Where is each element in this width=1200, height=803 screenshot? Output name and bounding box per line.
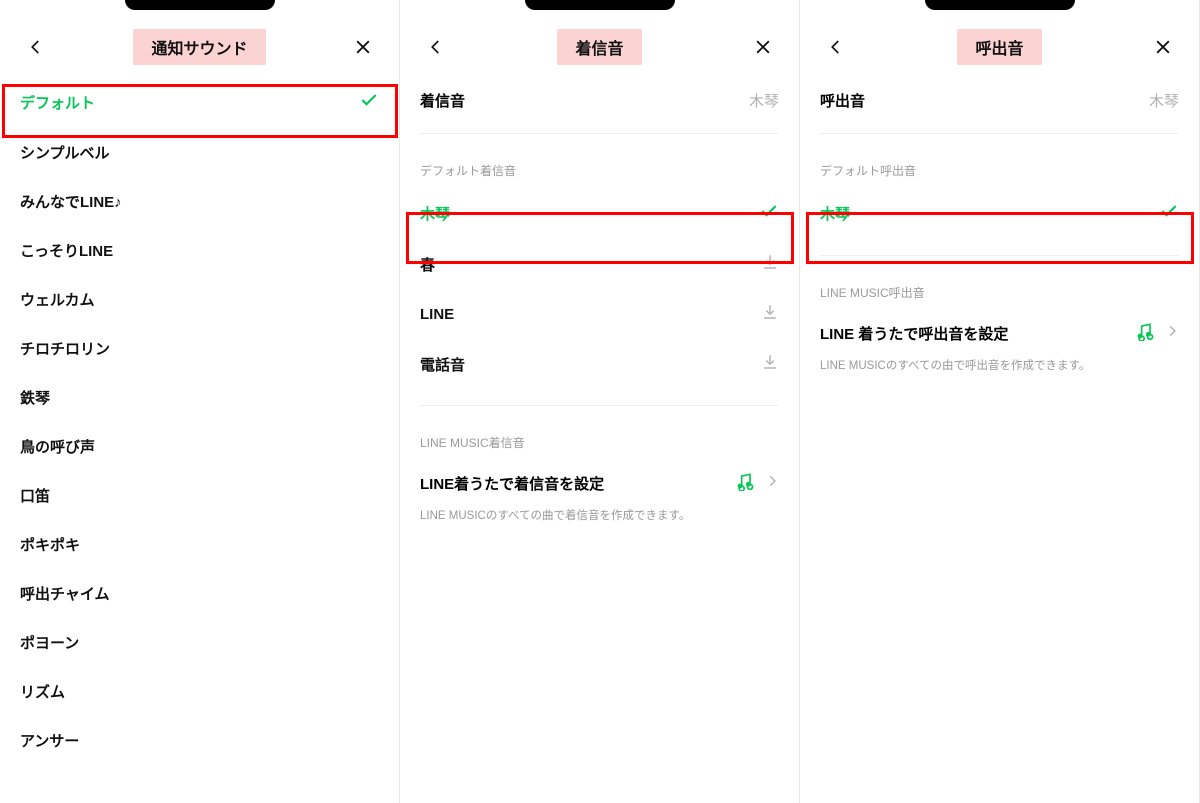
sound-item[interactable]: リズム — [0, 667, 399, 716]
ringtone-label: LINE — [420, 306, 454, 323]
sound-list: デフォルト シンプルベル みんなでLINE♪ こっそりLINE ウェルカム チロ… — [0, 76, 399, 803]
line-music-desc: LINE MUSICのすべての由で呼出音を作成できます。 — [800, 358, 1199, 391]
close-button[interactable] — [1145, 29, 1181, 65]
ringtone-label: 電話音 — [420, 354, 465, 375]
sound-item[interactable]: 鳥の呼び声 — [0, 422, 399, 471]
summary-value: 木琴 — [749, 90, 779, 111]
page-title: 呼出音 — [957, 29, 1041, 65]
ringtone-content: 着信音 木琴 デフォルト着信音 木琴 春 LINE 電話音 LINE MUSIC… — [400, 76, 799, 803]
line-music-desc: LINE MUSICのすべての曲で着信音を作成できます。 — [400, 508, 799, 541]
download-icon[interactable] — [761, 303, 779, 325]
sound-item[interactable]: 鉄琴 — [0, 373, 399, 422]
section-default-ringtone: デフォルト着信音 — [400, 142, 799, 187]
sound-label: 鳥の呼び声 — [20, 436, 95, 457]
header: 着信音 — [400, 0, 799, 76]
current-ringtone-row: 着信音 木琴 — [400, 76, 799, 125]
sound-item[interactable]: ウェルカム — [0, 275, 399, 324]
sound-label: みんなでLINE♪ — [20, 191, 122, 212]
sound-item[interactable]: ポヨーン — [0, 618, 399, 667]
sound-label: アンサー — [20, 730, 79, 751]
sound-item[interactable]: アンサー — [0, 716, 399, 765]
page-title: 通知サウンド — [133, 29, 265, 65]
device-notch — [125, 0, 275, 10]
sound-label: デフォルト — [20, 92, 95, 113]
close-button[interactable] — [345, 29, 381, 65]
sound-item[interactable]: 口笛 — [0, 471, 399, 520]
sound-label: チロチロリン — [20, 338, 110, 359]
sound-item-default[interactable]: デフォルト — [0, 76, 399, 128]
ringtone-item[interactable]: 春 — [400, 239, 799, 289]
sound-label: 呼出チャイム — [20, 583, 110, 604]
divider — [820, 255, 1179, 256]
sound-label: ポキポキ — [20, 534, 80, 555]
ringback-label: 木琴 — [820, 203, 850, 224]
ringtone-label: 木琴 — [420, 203, 450, 224]
ringtone-label: 春 — [420, 254, 435, 275]
pane-notification-sound: 通知サウンド デフォルト シンプルベル みんなでLINE♪ こっそりLINE ウ… — [0, 0, 400, 803]
check-icon — [359, 90, 379, 114]
sound-item[interactable]: チロチロリン — [0, 324, 399, 373]
ringtone-item[interactable]: LINE — [400, 289, 799, 339]
sound-label: 鉄琴 — [20, 387, 50, 408]
divider — [420, 133, 779, 134]
pane-ringtone: 着信音 着信音 木琴 デフォルト着信音 木琴 春 LINE 電話音 LINE M… — [400, 0, 800, 803]
check-icon — [759, 201, 779, 225]
ringtone-item[interactable]: 電話音 — [400, 339, 799, 389]
chevron-right-icon — [765, 474, 779, 493]
header: 呼出音 — [800, 0, 1199, 76]
summary-label: 呼出音 — [820, 90, 865, 111]
music-note-icon — [735, 471, 755, 496]
divider — [820, 133, 1179, 134]
section-default-ringback: デフォルト呼出音 — [800, 142, 1199, 187]
pane-ringback-tone: 呼出音 呼出音 木琴 デフォルト呼出音 木琴 LINE MUSIC呼出音 LIN… — [800, 0, 1200, 803]
sound-item[interactable]: シンプルベル — [0, 128, 399, 177]
sound-label: こっそりLINE — [20, 240, 113, 261]
line-music-title: LINE着うたで着信音を設定 — [420, 473, 725, 494]
sound-label: 口笛 — [20, 485, 50, 506]
ringback-content: 呼出音 木琴 デフォルト呼出音 木琴 LINE MUSIC呼出音 LINE 着う… — [800, 76, 1199, 803]
section-line-music-ringback: LINE MUSIC呼出音 — [800, 264, 1199, 309]
check-icon — [1159, 201, 1179, 225]
chevron-right-icon — [1165, 324, 1179, 343]
sound-label: ポヨーン — [20, 632, 79, 653]
device-notch — [525, 0, 675, 10]
back-button[interactable] — [818, 29, 854, 65]
page-title: 着信音 — [557, 29, 641, 65]
line-music-ringback-row[interactable]: LINE 着うたで呼出音を設定 — [800, 309, 1199, 358]
sound-item[interactable]: みんなでLINE♪ — [0, 177, 399, 226]
sound-item[interactable]: こっそりLINE — [0, 226, 399, 275]
section-line-music-ringtone: LINE MUSIC着信音 — [400, 414, 799, 459]
sound-item[interactable]: 呼出チャイム — [0, 569, 399, 618]
current-ringback-row: 呼出音 木琴 — [800, 76, 1199, 125]
sound-label: リズム — [20, 681, 65, 702]
download-icon[interactable] — [761, 253, 779, 275]
back-button[interactable] — [18, 29, 54, 65]
line-music-title: LINE 着うたで呼出音を設定 — [820, 323, 1125, 344]
sound-label: ウェルカム — [20, 289, 95, 310]
line-music-ringtone-row[interactable]: LINE着うたで着信音を設定 — [400, 459, 799, 508]
ringback-item[interactable]: 木琴 — [800, 187, 1199, 239]
music-note-icon — [1135, 321, 1155, 346]
ringtone-item[interactable]: 木琴 — [400, 187, 799, 239]
divider — [420, 405, 779, 406]
sound-item[interactable]: ポキポキ — [0, 520, 399, 569]
summary-label: 着信音 — [420, 90, 465, 111]
back-button[interactable] — [418, 29, 454, 65]
sound-label: シンプルベル — [20, 142, 110, 163]
close-button[interactable] — [745, 29, 781, 65]
header: 通知サウンド — [0, 0, 399, 76]
download-icon[interactable] — [761, 353, 779, 375]
device-notch — [925, 0, 1075, 10]
summary-value: 木琴 — [1149, 90, 1179, 111]
